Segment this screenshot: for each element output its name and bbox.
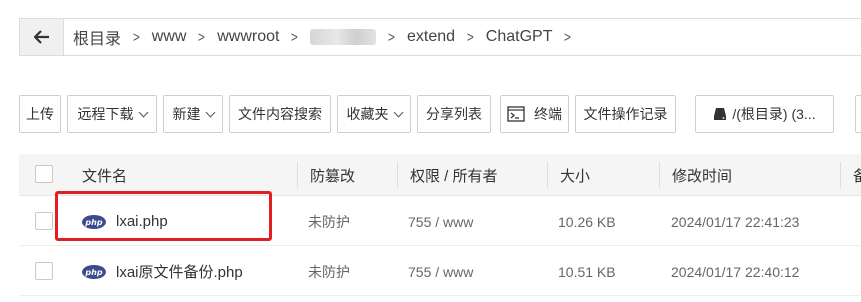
remote-download-button[interactable]: 远程下载 [67,95,157,133]
row-checkbox[interactable] [35,212,53,230]
column-header-tamper[interactable]: 防篡改 [310,154,355,196]
breadcrumb: 根目录 > www > wwwroot > > extend > ChatGPT… [73,19,583,55]
chevron-down-icon [138,107,148,117]
breadcrumb-item-wwwroot[interactable]: wwwroot [217,28,279,46]
hard-disk-icon [714,108,727,120]
column-divider [547,162,548,188]
file-name-cell[interactable]: php lxai原文件备份.php [82,247,243,296]
file-size: 10.26 KB [558,213,616,230]
chevron-right-icon: > [564,28,572,46]
column-divider [659,162,660,188]
share-list-label: 分享列表 [426,106,482,122]
remote-download-label: 远程下载 [77,106,134,122]
php-file-icon: php [82,264,106,279]
column-header-name[interactable]: 文件名 [82,154,127,196]
search-content-button[interactable]: 文件内容搜索 [229,95,331,133]
favorites-label: 收藏夹 [346,106,389,122]
permission-owner[interactable]: 755 / www [408,197,473,246]
breadcrumb-item-chatgpt[interactable]: ChatGPT [486,28,553,46]
table-row[interactable]: php lxai原文件备份.php 未防护 755 / www 10.51 KB… [19,247,861,296]
terminal-button[interactable]: 终端 [500,95,569,133]
back-button[interactable] [20,19,64,55]
svg-text:php: php [84,268,102,277]
chevron-down-icon [393,107,403,117]
tamper-status[interactable]: 未防护 [308,247,350,296]
column-divider [397,162,398,188]
toolbar-overflow-button[interactable] [855,95,861,133]
breadcrumb-item-www[interactable]: www [152,28,187,46]
new-button[interactable]: 新建 [163,95,223,133]
file-name[interactable]: lxai原文件备份.php [116,261,243,282]
column-header-permission[interactable]: 权限 / 所有者 [410,154,498,196]
modified-time: 2024/01/17 22:40:12 [671,263,800,280]
upload-label: 上传 [26,106,54,122]
file-table-header: 文件名 防篡改 权限 / 所有者 大小 修改时间 备 [19,154,861,196]
column-divider [840,162,841,188]
column-header-extra[interactable]: 备 [853,154,861,196]
modified-time: 2024/01/17 22:41:23 [671,213,800,230]
upload-button[interactable]: 上传 [19,95,61,133]
chevron-right-icon: > [291,28,299,46]
breadcrumb-item-redacted[interactable] [310,29,377,45]
tamper-status[interactable]: 未防护 [308,197,350,246]
terminal-label: 终端 [534,106,562,122]
highlight-box [55,191,272,241]
permission-owner[interactable]: 755 / www [408,247,473,296]
chevron-down-icon [205,107,215,117]
favorites-button[interactable]: 收藏夹 [337,95,411,133]
chevron-right-icon: > [132,28,140,46]
disk-label: /(根目录) (3... [732,106,816,122]
disk-button[interactable]: /(根目录) (3... [695,95,834,133]
breadcrumb-item-extend[interactable]: extend [407,28,455,46]
arrow-left-icon [33,30,49,44]
search-content-label: 文件内容搜索 [238,106,322,122]
path-bar: 根目录 > www > wwwroot > > extend > ChatGPT… [19,18,861,56]
select-all-checkbox[interactable] [35,165,53,183]
breadcrumb-item-root[interactable]: 根目录 [73,25,121,49]
chevron-right-icon: > [198,28,206,46]
column-header-modified[interactable]: 修改时间 [672,154,732,196]
column-header-size[interactable]: 大小 [560,154,590,196]
share-list-button[interactable]: 分享列表 [417,95,491,133]
operation-log-button[interactable]: 文件操作记录 [575,95,676,133]
operation-log-label: 文件操作记录 [583,106,668,122]
chevron-right-icon: > [388,28,396,46]
row-checkbox[interactable] [35,262,53,280]
file-size: 10.51 KB [558,263,616,280]
chevron-right-icon: > [466,28,474,46]
new-label: 新建 [172,106,201,122]
terminal-icon [507,106,525,122]
column-divider [297,162,298,188]
